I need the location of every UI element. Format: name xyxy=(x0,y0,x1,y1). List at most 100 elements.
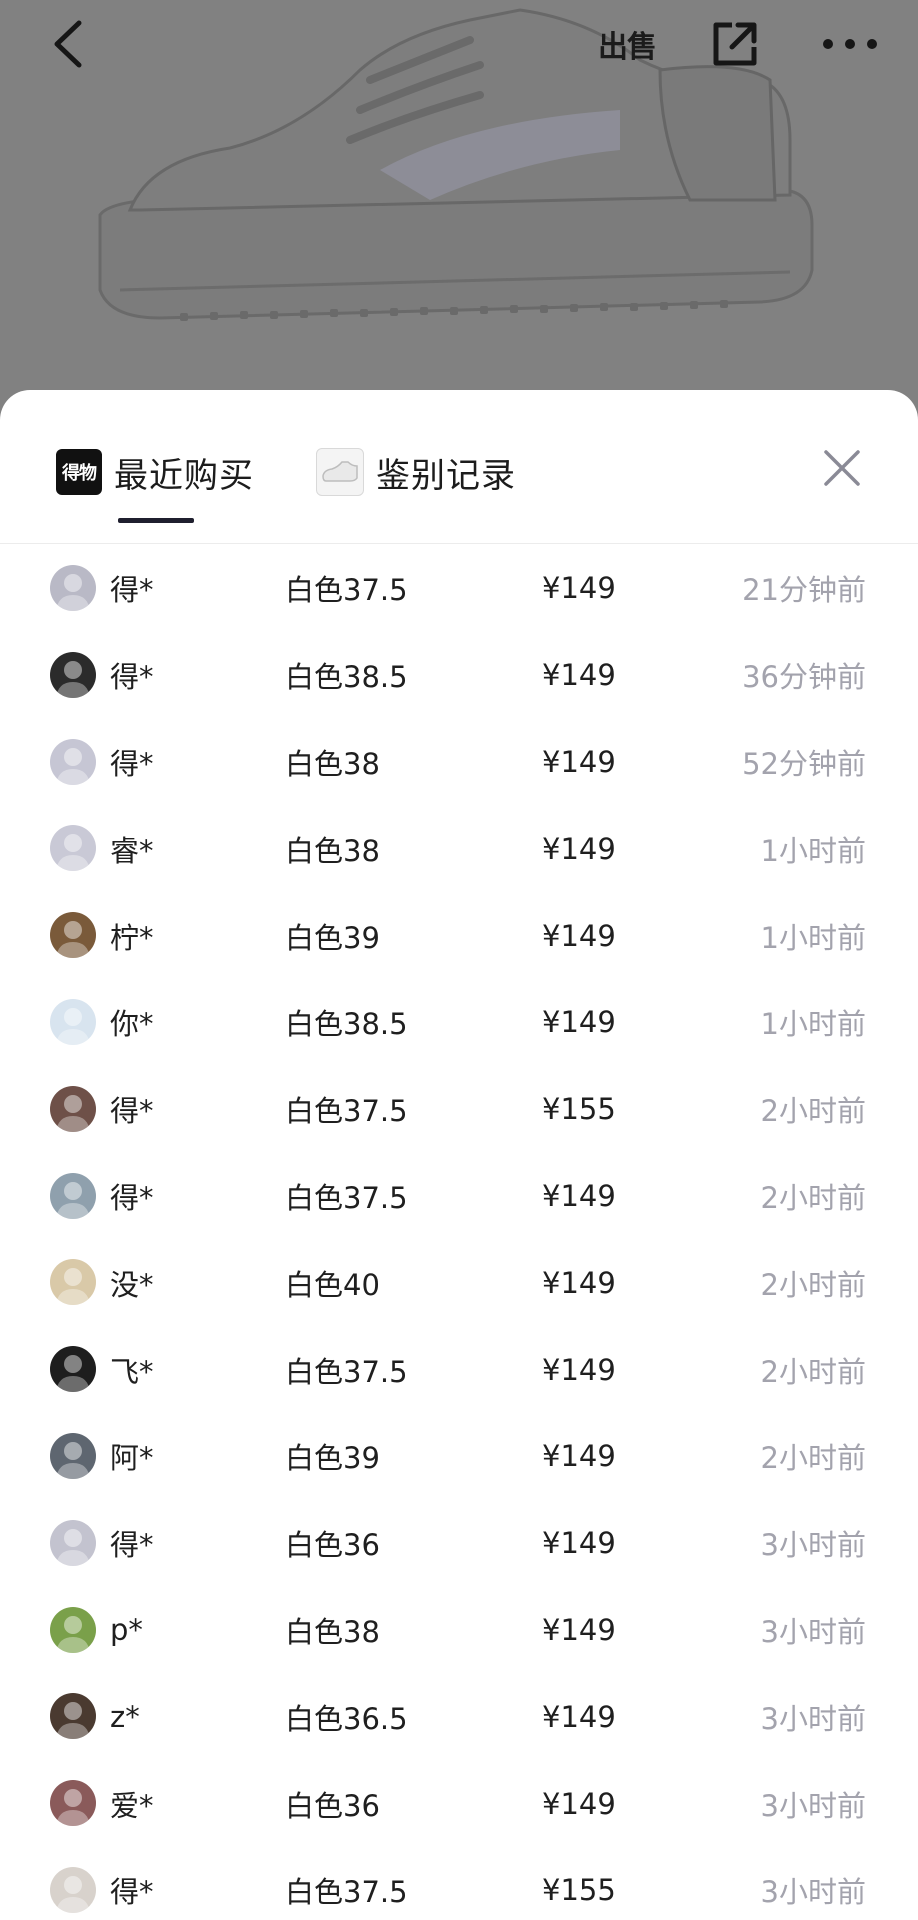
price: ¥149 xyxy=(542,1005,616,1040)
record-row: 得* 白色37.5 ¥155 2小时前 xyxy=(0,1066,918,1153)
purchase-time: 3小时前 xyxy=(760,1614,866,1649)
share-icon xyxy=(713,22,757,66)
user-avatar[interactable] xyxy=(50,651,96,698)
more-button[interactable] xyxy=(812,12,888,76)
size-spec: 白色39 xyxy=(285,920,380,955)
record-row: 阿* 白色39 ¥149 2小时前 xyxy=(0,1413,918,1500)
user-avatar[interactable] xyxy=(50,1606,96,1653)
size-spec: 白色37.5 xyxy=(285,1180,408,1215)
record-row: 爱* 白色36 ¥149 3小时前 xyxy=(0,1760,918,1847)
buyer-name: 阿* xyxy=(110,1441,154,1476)
purchase-time: 2小时前 xyxy=(760,1094,866,1129)
record-row: p* 白色38 ¥149 3小时前 xyxy=(0,1587,918,1674)
record-row: 柠* 白色39 ¥149 1小时前 xyxy=(0,892,918,979)
user-avatar[interactable] xyxy=(50,825,96,872)
product-image: 出售 xyxy=(0,0,918,420)
sheet-header: 得物 最近购买 鉴别记录 xyxy=(0,390,918,544)
more-dots-icon xyxy=(823,39,877,49)
purchase-time: 36分钟前 xyxy=(742,660,866,695)
price: ¥149 xyxy=(542,1352,616,1387)
shoe-thumbnail-icon xyxy=(316,448,364,496)
price: ¥149 xyxy=(542,744,616,779)
size-spec: 白色37.5 xyxy=(285,1094,408,1129)
user-avatar[interactable] xyxy=(50,1866,96,1913)
user-avatar[interactable] xyxy=(50,1346,96,1393)
buyer-name: 得* xyxy=(110,746,154,781)
price: ¥149 xyxy=(542,1699,616,1734)
size-spec: 白色40 xyxy=(285,1267,380,1302)
buyer-name: 爱* xyxy=(110,1788,154,1823)
buyer-name: 得* xyxy=(110,660,154,695)
price: ¥149 xyxy=(542,1612,616,1647)
buyer-name: 得* xyxy=(110,573,154,608)
record-row: 得* 白色37.5 ¥155 3小时前 xyxy=(0,1847,918,1920)
size-spec: 白色38 xyxy=(285,746,380,781)
purchase-time: 3小时前 xyxy=(760,1788,866,1823)
price: ¥149 xyxy=(542,1526,616,1561)
size-spec: 白色36.5 xyxy=(285,1701,408,1736)
price: ¥149 xyxy=(542,831,616,866)
user-avatar[interactable] xyxy=(50,1085,96,1132)
purchase-time: 1小时前 xyxy=(760,920,866,955)
sell-label: 出售 xyxy=(598,30,657,65)
buyer-name: 柠* xyxy=(110,920,154,955)
purchase-time: 2小时前 xyxy=(760,1354,866,1389)
size-spec: 白色38.5 xyxy=(285,1007,408,1042)
buyer-name: 飞* xyxy=(110,1354,154,1389)
records-list: 得* 白色37.5 ¥149 21分钟前 得* 白色38.5 ¥149 36分钟前 得* 白色38… xyxy=(0,545,918,1920)
price: ¥149 xyxy=(542,1178,616,1213)
user-avatar[interactable] xyxy=(50,738,96,785)
size-spec: 白色36 xyxy=(285,1788,380,1823)
tab-label: 最近购买 xyxy=(114,455,254,496)
record-row: 得* 白色37.5 ¥149 2小时前 xyxy=(0,1153,918,1240)
purchase-time: 2小时前 xyxy=(760,1267,866,1302)
purchase-time: 2小时前 xyxy=(760,1441,866,1476)
active-tab-indicator xyxy=(118,518,194,523)
record-row: 得* 白色37.5 ¥149 21分钟前 xyxy=(0,545,918,632)
buyer-name: 得* xyxy=(110,1094,154,1129)
chevron-left-icon xyxy=(54,20,82,68)
purchase-time: 3小时前 xyxy=(760,1701,866,1736)
buyer-name: 得* xyxy=(110,1528,154,1563)
buyer-name: 没* xyxy=(110,1267,154,1302)
top-bar: 出售 xyxy=(0,0,918,92)
tab-recent-purchases[interactable]: 得物 最近购买 xyxy=(56,442,254,502)
user-avatar[interactable] xyxy=(50,1519,96,1566)
size-spec: 白色39 xyxy=(285,1441,380,1476)
close-button[interactable] xyxy=(818,444,866,492)
share-button[interactable] xyxy=(702,12,768,76)
price: ¥149 xyxy=(542,571,616,606)
user-avatar[interactable] xyxy=(50,998,96,1045)
back-button[interactable] xyxy=(36,12,100,76)
price: ¥149 xyxy=(542,1439,616,1474)
purchase-time: 21分钟前 xyxy=(742,573,866,608)
close-icon xyxy=(824,450,860,486)
record-row: 飞* 白色37.5 ¥149 2小时前 xyxy=(0,1326,918,1413)
purchase-time: 1小时前 xyxy=(760,833,866,868)
price: ¥149 xyxy=(542,918,616,953)
record-row: 你* 白色38.5 ¥149 1小时前 xyxy=(0,979,918,1066)
user-avatar[interactable] xyxy=(50,1172,96,1219)
brand-logo-icon: 得物 xyxy=(56,449,102,495)
user-avatar[interactable] xyxy=(50,912,96,959)
purchase-time: 1小时前 xyxy=(760,1007,866,1042)
price: ¥149 xyxy=(542,1265,616,1300)
record-row: 没* 白色40 ¥149 2小时前 xyxy=(0,1239,918,1326)
user-avatar[interactable] xyxy=(50,1259,96,1306)
record-row: 得* 白色38 ¥149 52分钟前 xyxy=(0,719,918,806)
purchase-records-sheet: 得物 最近购买 鉴别记录 得* 白色37.5 ¥149 21分钟前 得* 白色38.5 ¥1… xyxy=(0,390,918,1920)
record-row: 得* 白色36 ¥149 3小时前 xyxy=(0,1500,918,1587)
size-spec: 白色38.5 xyxy=(285,660,408,695)
buyer-name: 你* xyxy=(110,1007,154,1042)
user-avatar[interactable] xyxy=(50,565,96,611)
purchase-time: 52分钟前 xyxy=(742,746,866,781)
user-avatar[interactable] xyxy=(50,1780,96,1827)
user-avatar[interactable] xyxy=(50,1432,96,1479)
buyer-name: 得* xyxy=(110,1180,154,1215)
buyer-name: 睿* xyxy=(110,833,154,868)
tab-authentication-records[interactable]: 鉴别记录 xyxy=(316,442,516,502)
user-avatar[interactable] xyxy=(50,1693,96,1740)
size-spec: 白色38 xyxy=(285,1614,380,1649)
sell-button[interactable]: 出售 xyxy=(588,12,666,76)
record-row: 得* 白色38.5 ¥149 36分钟前 xyxy=(0,632,918,719)
